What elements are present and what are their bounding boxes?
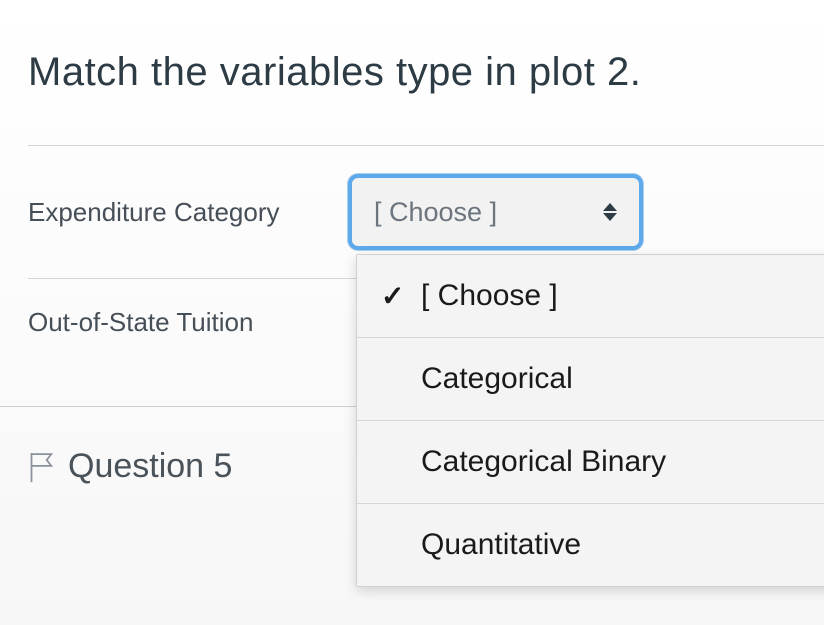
dropdown-option-choose[interactable]: [ Choose ] bbox=[357, 255, 824, 338]
select-value: [ Choose ] bbox=[374, 197, 497, 228]
dropdown-option-quantitative[interactable]: Quantitative bbox=[357, 504, 824, 586]
select-expenditure-category[interactable]: [ Choose ] bbox=[348, 174, 643, 250]
dropdown-menu: [ Choose ] Categorical Categorical Binar… bbox=[356, 254, 824, 587]
dropdown-option-categorical[interactable]: Categorical bbox=[357, 338, 824, 421]
match-row-1: Expenditure Category [ Choose ] [ Choose… bbox=[28, 146, 824, 278]
match-label-2: Out-of-State Tuition bbox=[28, 307, 348, 338]
question-title: Match the variables type in plot 2. bbox=[28, 50, 824, 95]
flag-icon bbox=[28, 450, 56, 484]
chevron-updown-icon bbox=[603, 203, 617, 221]
dropdown-option-categorical-binary[interactable]: Categorical Binary bbox=[357, 421, 824, 504]
select-wrapper-1: [ Choose ] [ Choose ] Categorical Catego… bbox=[348, 174, 643, 250]
next-question-label: Question 5 bbox=[68, 447, 232, 486]
match-label-1: Expenditure Category bbox=[28, 197, 348, 228]
